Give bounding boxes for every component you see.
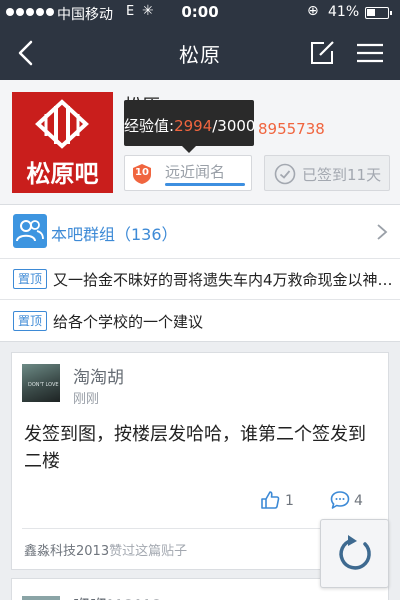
level-progress-fill (165, 183, 245, 186)
level-name: 远近闻名 (165, 163, 226, 181)
avatar[interactable] (22, 596, 60, 600)
exp-max: /3000 (212, 117, 256, 135)
post-author[interactable]: 咿咿MOMO (73, 592, 163, 600)
level-box[interactable]: 10 远近闻名 (124, 155, 252, 191)
post-time: 刚刚 (73, 392, 100, 407)
level-progress-bar (165, 183, 245, 186)
forum-list-block: 本吧群组（136） 置顶 又一拾金不昧好的哥将遗失车内4万救命现金以神… 置顶 … (0, 204, 400, 342)
exp-label: 经验值: (124, 117, 175, 135)
battery-percent: 41% (328, 4, 360, 20)
signin-button[interactable]: 已签到11天 (264, 155, 390, 191)
rotation-lock-icon: ⊕ (307, 3, 319, 19)
signin-status: 已签到11天 (302, 166, 382, 184)
group-people-icon (13, 214, 47, 248)
pinned-badge: 置顶 (13, 311, 47, 331)
avatar-caption: DON'T LOVE (28, 382, 59, 388)
pinned-thread[interactable]: 置顶 又一拾金不昧好的哥将遗失车内4万救命现金以神… (0, 259, 400, 300)
battery-icon (365, 7, 392, 19)
group-row[interactable]: 本吧群组（136） (0, 205, 400, 259)
refresh-icon (339, 535, 371, 570)
pinned-thread-title: 给各个学校的一个建议 (53, 313, 204, 331)
post-author[interactable]: 淘淘胡 (73, 363, 124, 388)
status-bar: 中国移动 E ✳ 0:00 ⊕ 41% (0, 0, 400, 26)
menu-icon[interactable] (356, 42, 384, 64)
member-count: 8955738 (258, 120, 325, 138)
forum-logo[interactable]: 松原吧 (12, 92, 113, 193)
navigation-bar: 松原 (0, 26, 400, 80)
pinned-badge: 置顶 (13, 269, 47, 289)
thumbs-up-icon[interactable] (260, 490, 280, 510)
post-body: 发签到图，按楼层发哈哈，谁第二个签发到二楼 (24, 424, 366, 472)
exp-current: 2994 (174, 117, 213, 135)
experience-tooltip: 经验值:2994/3000 (124, 100, 256, 153)
battery-level-fill (367, 9, 375, 16)
liked-by: 鑫淼科技2013赞过这篇贴子 (24, 540, 187, 559)
like-count: 1 (285, 493, 294, 509)
pinned-thread[interactable]: 置顶 给各个学校的一个建议 (0, 301, 400, 342)
edit-icon[interactable] (308, 39, 336, 67)
forum-logo-text: 松原吧 (26, 160, 99, 188)
comment-icon[interactable] (330, 490, 350, 510)
liked-by-user[interactable]: 鑫淼科技2013 (24, 544, 109, 559)
group-label: 本吧群组（136） (51, 225, 178, 244)
checkmark-circle-icon (274, 163, 296, 185)
level-number: 10 (135, 167, 149, 178)
chevron-right-icon (377, 224, 388, 240)
refresh-button[interactable] (320, 519, 389, 588)
liked-by-suffix: 赞过这篇贴子 (109, 544, 188, 559)
avatar[interactable]: DON'T LOVE (22, 364, 60, 402)
page-title: 松原 (179, 43, 221, 67)
comment-count: 4 (354, 493, 363, 509)
pinned-thread-title: 又一拾金不昧好的哥将遗失车内4万救命现金以神… (53, 271, 393, 289)
